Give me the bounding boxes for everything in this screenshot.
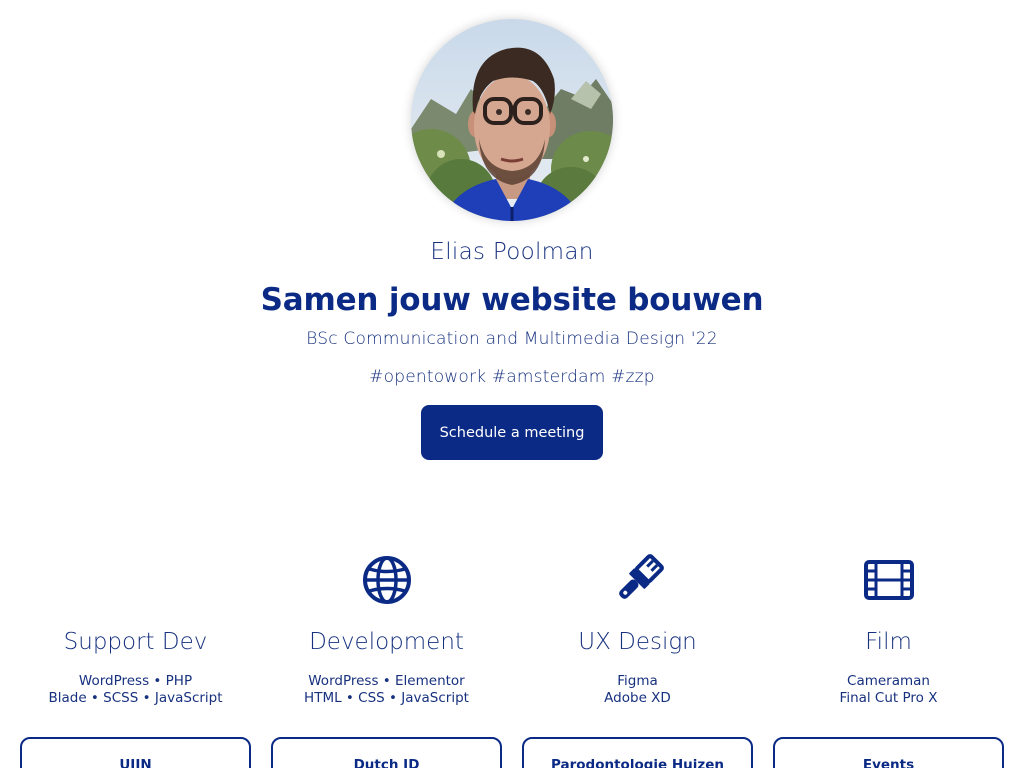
paintbrush-icon [610,552,666,608]
services-section: Support Dev WordPress • PHP Blade • SCSS… [20,552,1004,768]
service-title: UX Design [578,629,697,655]
profile-photo [411,19,613,221]
project-card-parodontologie-huizen[interactable]: Parodontologie Huizen [522,737,753,768]
service-title: Support Dev [63,629,208,655]
service-film: Film Cameraman Final Cut Pro X Events [773,552,1004,768]
project-card-dutch-id[interactable]: Dutch ID [271,737,502,768]
service-skills-line-2: Blade • SCSS • JavaScript [48,690,223,706]
avatar [411,19,613,221]
hero-section: Elias Poolman Samen jouw website bouwen … [0,0,1024,460]
service-development: Development WordPress • Elementor HTML •… [271,552,502,768]
service-skills-line-2: Adobe XD [604,690,671,706]
page-title: Samen jouw website bouwen [260,282,764,318]
profile-name: Elias Poolman [430,239,594,265]
service-skills-line-2: HTML • CSS • JavaScript [304,690,469,706]
service-ux-design: UX Design Figma Adobe XD Parodontologie … [522,552,753,768]
service-title: Film [865,629,912,655]
service-skills-line-1: WordPress • PHP [78,673,193,689]
degree-text: BSc Communication and Multimedia Design … [306,329,718,349]
film-icon [861,552,917,608]
service-support-dev: Support Dev WordPress • PHP Blade • SCSS… [20,552,251,768]
service-skills-line-2: Final Cut Pro X [839,690,938,706]
project-card-events[interactable]: Events [773,737,1004,768]
code-icon [108,552,164,608]
schedule-meeting-button[interactable]: Schedule a meeting [421,405,603,460]
page: Elias Poolman Samen jouw website bouwen … [0,0,1024,768]
service-skills-line-1: Cameraman [847,673,930,689]
service-skills-line-1: Figma [617,673,658,689]
service-skills-line-1: WordPress • Elementor [308,673,465,689]
globe-icon [359,552,415,608]
project-card-uiin[interactable]: UIIN [20,737,251,768]
hashtags: #opentowork #amsterdam #zzp [369,367,655,387]
service-title: Development [309,629,464,655]
